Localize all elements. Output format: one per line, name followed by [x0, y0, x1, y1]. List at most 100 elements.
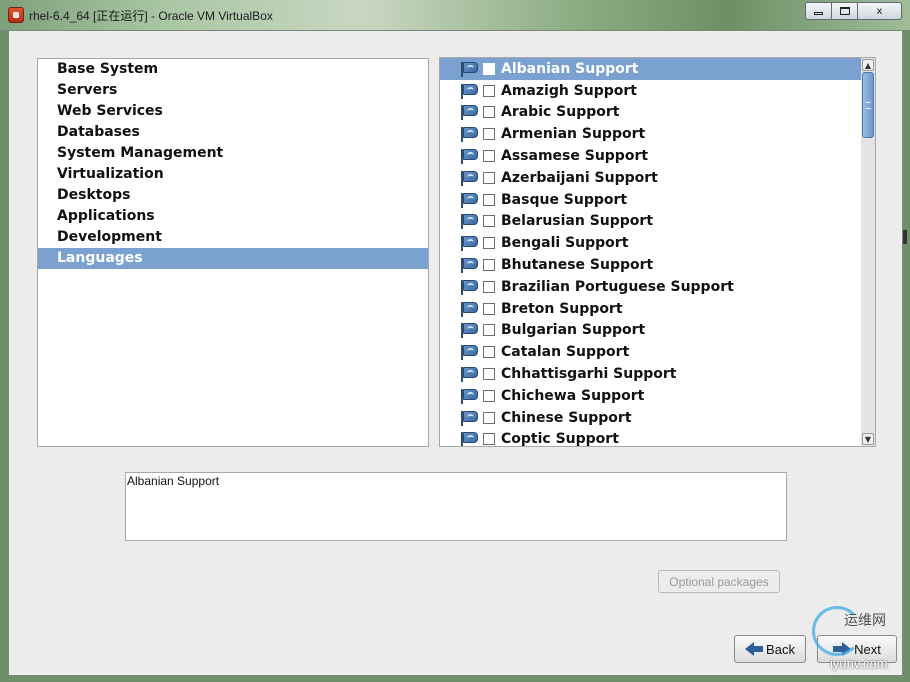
close-button[interactable]: x: [858, 2, 902, 20]
installer-client-area: Base System Servers Web Services Databases S…: [8, 30, 903, 676]
package-group-row[interactable]: Coptic Support: [440, 429, 875, 447]
category-item[interactable]: Virtualization: [38, 164, 428, 185]
package-description-text: Albanian Support: [127, 474, 220, 488]
language-flag-icon: [459, 126, 479, 143]
package-group-label: Bhutanese Support: [501, 257, 654, 274]
window-edge-marker: [903, 230, 907, 244]
package-group-label: Catalan Support: [501, 344, 630, 361]
package-group-label: Bengali Support: [501, 235, 629, 252]
category-item[interactable]: Web Services: [38, 101, 428, 122]
back-button[interactable]: Back: [734, 635, 806, 663]
category-item[interactable]: Languages: [38, 248, 428, 269]
maximize-icon: [839, 7, 850, 15]
package-group-checkbox[interactable]: [483, 193, 495, 206]
package-group-checkbox[interactable]: [483, 62, 495, 75]
language-flag-icon: [459, 322, 479, 339]
language-flag-icon: [459, 344, 479, 361]
package-group-label: Azerbaijani Support: [501, 169, 658, 186]
package-group-label: Amazigh Support: [501, 82, 637, 99]
package-group-label: Chhattisgarhi Support: [501, 366, 677, 383]
package-group-checkbox[interactable]: [483, 128, 495, 141]
package-group-checkbox[interactable]: [483, 215, 495, 228]
package-group-list: Albanian Support Amazigh Support Arabic Su…: [439, 57, 876, 447]
language-flag-icon: [459, 388, 479, 404]
category-item[interactable]: Base System: [38, 59, 428, 80]
package-group-label: Coptic Support: [501, 431, 619, 447]
minimize-icon: [814, 12, 823, 15]
package-group-row[interactable]: Arabic Support: [440, 102, 875, 124]
package-group-row[interactable]: Azerbaijani Support: [440, 167, 875, 189]
category-item[interactable]: Servers: [38, 80, 428, 101]
window-title: rhel-6.4_64 [正在运行] - Oracle VM VirtualBo…: [29, 9, 273, 23]
package-group-checkbox[interactable]: [483, 411, 495, 424]
next-arrow-icon: [833, 642, 852, 656]
category-item[interactable]: Development: [38, 227, 428, 248]
package-group-row[interactable]: Assamese Support: [440, 145, 875, 167]
package-group-row[interactable]: Bengali Support: [440, 232, 875, 254]
scrollbar-thumb[interactable]: [862, 72, 874, 138]
package-group-label: Assamese Support: [501, 148, 649, 165]
category-item[interactable]: System Management: [38, 143, 428, 164]
package-group-label: Brazilian Portuguese Support: [501, 278, 734, 295]
package-group-row[interactable]: Amazigh Support: [440, 80, 875, 102]
package-group-checkbox[interactable]: [483, 237, 495, 250]
category-item[interactable]: Applications: [38, 206, 428, 227]
package-group-checkbox[interactable]: [483, 259, 495, 272]
package-group-checkbox[interactable]: [483, 171, 495, 184]
language-flag-icon: [459, 257, 479, 274]
package-group-label: Albanian Support: [501, 60, 639, 77]
package-list-scrollbar[interactable]: ▲ ▼: [861, 57, 876, 447]
category-item[interactable]: Desktops: [38, 185, 428, 206]
package-group-checkbox[interactable]: [483, 106, 495, 119]
back-arrow-icon: [745, 642, 764, 656]
close-icon: x: [876, 5, 883, 17]
package-group-checkbox[interactable]: [483, 368, 495, 381]
minimize-button[interactable]: [805, 2, 832, 20]
category-item[interactable]: Databases: [38, 122, 428, 143]
package-group-row[interactable]: Chinese Support: [440, 407, 875, 429]
package-group-checkbox[interactable]: [483, 346, 495, 359]
language-flag-icon: [459, 366, 479, 383]
virtualbox-app-icon: [8, 7, 24, 23]
package-group-checkbox[interactable]: [483, 280, 495, 293]
package-group-row[interactable]: Breton Support: [440, 298, 875, 320]
language-flag-icon: [459, 61, 479, 77]
package-group-label: Chinese Support: [501, 409, 632, 426]
package-group-row[interactable]: Chichewa Support: [440, 385, 875, 407]
package-group-checkbox[interactable]: [483, 389, 495, 402]
package-group-checkbox[interactable]: [483, 433, 495, 446]
language-flag-icon: [459, 235, 479, 252]
package-group-checkbox[interactable]: [483, 324, 495, 337]
language-flag-icon: [459, 279, 479, 295]
language-flag-icon: [459, 83, 479, 99]
package-group-row[interactable]: Bhutanese Support: [440, 254, 875, 276]
scroll-down-icon[interactable]: ▼: [862, 433, 874, 445]
package-group-label: Armenian Support: [501, 126, 646, 143]
package-group-row[interactable]: Armenian Support: [440, 123, 875, 145]
package-group-label: Breton Support: [501, 300, 623, 317]
language-flag-icon: [459, 213, 479, 230]
package-group-label: Basque Support: [501, 191, 628, 208]
package-group-checkbox[interactable]: [483, 84, 495, 97]
package-category-list: Base System Servers Web Services Databases S…: [37, 58, 429, 447]
next-button[interactable]: Next: [817, 635, 897, 663]
package-group-row[interactable]: Albanian Support: [440, 58, 875, 80]
package-description: Albanian Support: [125, 472, 787, 541]
back-button-label: Back: [766, 641, 795, 657]
package-group-checkbox[interactable]: [483, 150, 495, 163]
package-group-checkbox[interactable]: [483, 302, 495, 315]
package-group-row[interactable]: Basque Support: [440, 189, 875, 211]
scroll-up-icon[interactable]: ▲: [862, 59, 874, 71]
package-group-label: Chichewa Support: [501, 387, 645, 404]
package-group-row[interactable]: Belarusian Support: [440, 211, 875, 233]
maximize-button[interactable]: [832, 2, 858, 20]
optional-packages-button[interactable]: Optional packages: [658, 570, 780, 593]
package-group-row[interactable]: Catalan Support: [440, 341, 875, 363]
package-group-row[interactable]: Brazilian Portuguese Support: [440, 276, 875, 298]
package-group-label: Arabic Support: [501, 104, 620, 121]
language-flag-icon: [459, 170, 479, 186]
package-group-label: Belarusian Support: [501, 213, 654, 230]
language-flag-icon: [459, 148, 479, 165]
package-group-row[interactable]: Chhattisgarhi Support: [440, 363, 875, 385]
package-group-row[interactable]: Bulgarian Support: [440, 320, 875, 342]
